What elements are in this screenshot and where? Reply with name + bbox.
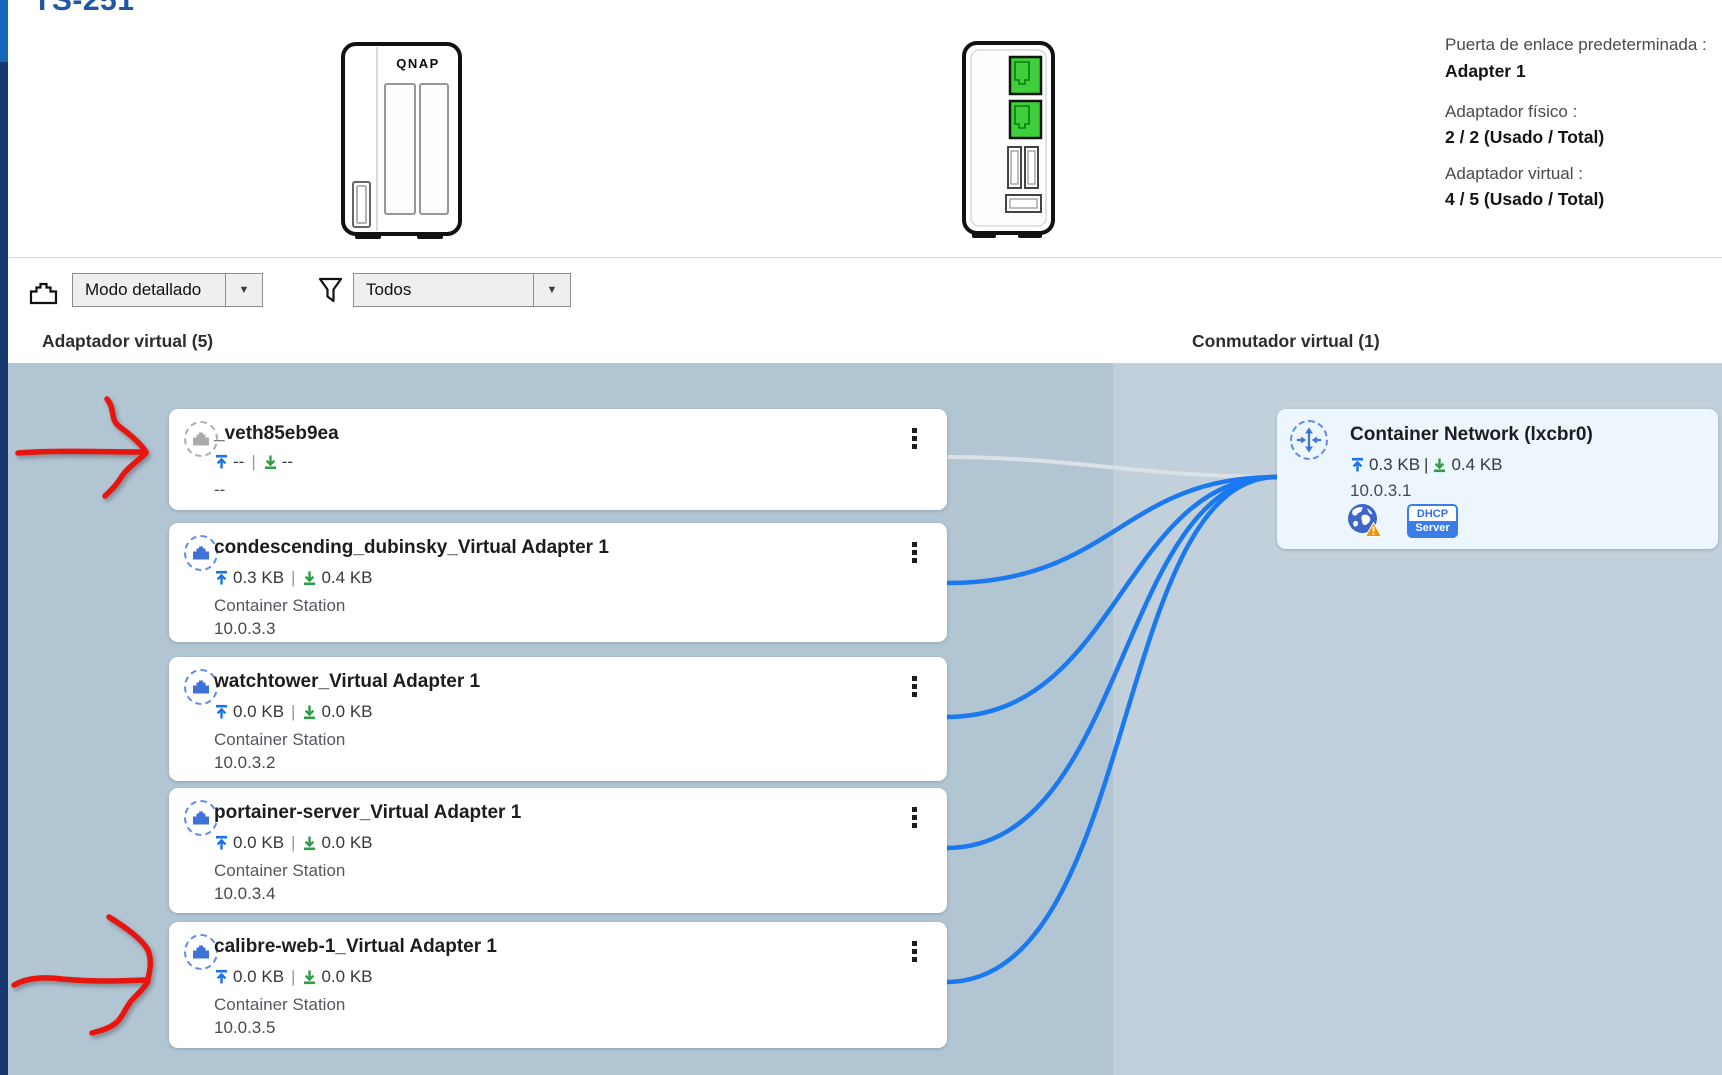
adapter-app: Container Station	[214, 995, 345, 1015]
adapter-name: condescending_dubinsky_Virtual Adapter 1	[214, 537, 609, 559]
adapter-ip: 10.0.3.3	[214, 619, 275, 639]
hdmi-port-icon	[1006, 195, 1041, 212]
adapter-ip: 10.0.3.2	[214, 753, 275, 773]
download-icon	[302, 704, 317, 720]
adapter-name: calibre-web-1_Virtual Adapter 1	[214, 936, 497, 958]
download-icon	[302, 570, 317, 586]
nas-back-illustration	[962, 41, 1055, 241]
warning-icon	[1365, 522, 1382, 537]
upload-icon	[214, 704, 229, 720]
card-menu-button[interactable]	[910, 674, 919, 699]
switch-name: Container Network (lxcbr0)	[1350, 424, 1593, 446]
qnap-logo: QNAP	[396, 56, 440, 71]
gateway-label: Puerta de enlace predeterminada :	[1445, 35, 1721, 55]
adapter-icon	[184, 535, 218, 571]
traffic-separator: |	[251, 452, 255, 472]
download-icon	[302, 835, 317, 851]
column-header-virtual-switch: Conmutador virtual (1)	[1192, 331, 1380, 352]
adapter-card-condescending-dubinsky[interactable]: condescending_dubinsky_Virtual Adapter 1…	[169, 523, 947, 642]
card-menu-button[interactable]	[910, 939, 919, 964]
filter-select[interactable]: Todos ▼	[353, 273, 571, 307]
virtual-switch-icon	[1290, 420, 1328, 460]
filter-icon	[316, 276, 345, 309]
internet-status	[1347, 503, 1379, 535]
upload-icon	[214, 969, 229, 985]
adapter-card-calibre-web[interactable]: calibre-web-1_Virtual Adapter 1 0.0 KB |…	[169, 922, 947, 1048]
adapter-icon	[184, 934, 218, 970]
upload-icon	[1350, 457, 1365, 473]
column-header-virtual-adapter: Adaptador virtual (5)	[42, 331, 213, 352]
traffic-separator: |	[291, 833, 295, 853]
page-title: TS-251	[33, 0, 134, 18]
adapter-name: watchtower_Virtual Adapter 1	[214, 671, 480, 693]
adapter-traffic: -- | --	[214, 452, 293, 472]
physical-adapter-label: Adaptador físico :	[1445, 102, 1721, 122]
physical-adapter-value: 2 / 2 (Usado / Total)	[1445, 127, 1721, 148]
switch-traffic: 0.3 KB | 0.4 KB	[1350, 455, 1503, 475]
download-icon	[263, 454, 278, 470]
adapter-traffic: 0.0 KB | 0.0 KB	[214, 702, 373, 722]
upload-icon	[214, 454, 229, 470]
view-mode-value: Modo detallado	[73, 274, 225, 306]
chevron-down-icon[interactable]: ▼	[225, 274, 262, 306]
adapter-traffic: 0.3 KB | 0.4 KB	[214, 568, 373, 588]
traffic-separator: |	[1424, 455, 1428, 475]
adapter-icon	[184, 669, 218, 705]
adapter-card-veth85eb9ea[interactable]: _veth85eb9ea -- | -- --	[169, 409, 947, 510]
adapter-app: Container Station	[214, 730, 345, 750]
card-menu-button[interactable]	[910, 426, 919, 451]
traffic-separator: |	[291, 568, 295, 588]
filter-value: Todos	[354, 274, 533, 306]
window-edge-accent	[0, 0, 8, 62]
window-edge-bar	[0, 0, 8, 1075]
toolbar-divider	[8, 257, 1722, 258]
traffic-separator: |	[291, 702, 295, 722]
upload-icon	[214, 570, 229, 586]
adapter-ip: --	[214, 480, 225, 500]
upload-icon	[214, 835, 229, 851]
adapter-icon-inactive	[184, 421, 218, 457]
card-menu-button[interactable]	[910, 805, 919, 830]
view-mode-select[interactable]: Modo detallado ▼	[72, 273, 263, 307]
adapter-ip: 10.0.3.5	[214, 1018, 275, 1038]
switch-card-container-network[interactable]: Container Network (lxcbr0) 0.3 KB | 0.4 …	[1277, 409, 1718, 549]
chevron-down-icon[interactable]: ▼	[533, 274, 570, 306]
adapter-app: Container Station	[214, 596, 345, 616]
adapter-name: _veth85eb9ea	[214, 423, 339, 445]
adapter-traffic: 0.0 KB | 0.0 KB	[214, 967, 373, 987]
nas-front-illustration: QNAP	[341, 42, 462, 242]
switch-ip: 10.0.3.1	[1350, 481, 1411, 501]
ethernet-port-icon	[1010, 101, 1041, 138]
adapter-ip: 10.0.3.4	[214, 884, 275, 904]
download-icon	[302, 969, 317, 985]
download-icon	[1432, 457, 1447, 473]
adapter-icon	[184, 800, 218, 836]
adapter-traffic: 0.0 KB | 0.0 KB	[214, 833, 373, 853]
ethernet-port-icon	[1010, 57, 1041, 94]
adapter-app: Container Station	[214, 861, 345, 881]
adapter-name: portainer-server_Virtual Adapter 1	[214, 802, 521, 824]
traffic-separator: |	[291, 967, 295, 987]
card-menu-button[interactable]	[910, 540, 919, 565]
virtual-adapter-value: 4 / 5 (Usado / Total)	[1445, 189, 1721, 210]
adapter-mode-icon	[28, 278, 59, 309]
gateway-value: Adapter 1	[1445, 61, 1721, 82]
adapter-card-watchtower[interactable]: watchtower_Virtual Adapter 1 0.0 KB | 0.…	[169, 657, 947, 781]
adapter-card-portainer-server[interactable]: portainer-server_Virtual Adapter 1 0.0 K…	[169, 788, 947, 913]
virtual-adapter-label: Adaptador virtual :	[1445, 164, 1721, 184]
dhcp-server-badge: DHCP Server	[1407, 504, 1458, 538]
